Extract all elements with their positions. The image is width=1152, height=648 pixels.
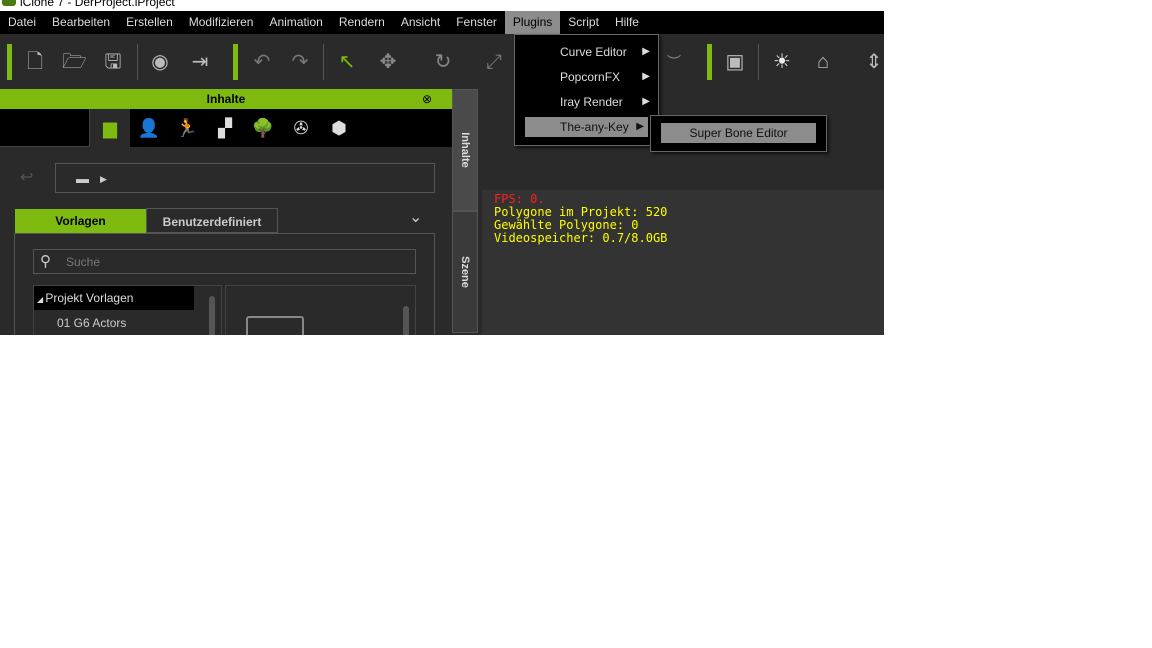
icon-bar-blank xyxy=(0,109,90,147)
viewport-layout-icon[interactable]: ▣ xyxy=(723,50,747,74)
menu-erstellen[interactable]: Erstellen xyxy=(118,11,181,34)
path-arrow-icon: ▶ xyxy=(100,174,107,184)
content-panel: ↩ ▬ ▶ Vorlagen Benutzerdefiniert ⌄ ⚲ Suc… xyxy=(0,147,452,335)
stage-icon[interactable]: ▞ xyxy=(213,117,237,139)
props-icon[interactable]: ⬢ xyxy=(327,117,351,139)
menu-item-label: Iray Render xyxy=(560,95,623,109)
menu-script[interactable]: Script xyxy=(560,11,607,34)
search-placeholder: Suche xyxy=(66,255,101,269)
tree-item-g6-actors[interactable]: 01 G6 Actors xyxy=(57,316,126,330)
menu-item-label: Curve Editor xyxy=(560,45,627,59)
menu-bar: Datei Bearbeiten Erstellen Modifizieren … xyxy=(0,11,884,34)
the-any-key-submenu: Super Bone Editor xyxy=(650,115,827,152)
menu-datei[interactable]: Datei xyxy=(0,11,44,34)
actor-icon[interactable]: 👤 xyxy=(137,117,161,139)
plugins-dropdown: Curve Editor ▶ PopcornFX ▶ Iray Render ▶ Th… xyxy=(514,34,659,146)
tree-label: Projekt Vorlagen xyxy=(45,291,134,305)
menu-bearbeiten[interactable]: Bearbeiten xyxy=(44,11,118,34)
motion-icon[interactable]: 🏃 xyxy=(175,117,199,139)
side-tab-label: Szene xyxy=(459,256,471,288)
tab-benutzerdefiniert[interactable]: Benutzerdefiniert xyxy=(146,208,278,233)
submenu-arrow-icon: ▶ xyxy=(636,121,644,132)
menu-hilfe[interactable]: Hilfe xyxy=(607,11,647,34)
menu-item-super-bone-editor[interactable]: Super Bone Editor xyxy=(661,123,816,143)
preview-icon[interactable]: ◉ xyxy=(148,50,172,74)
undo-icon[interactable]: ↶ xyxy=(250,50,274,74)
separator xyxy=(137,44,138,80)
search-icon: ⚲ xyxy=(40,253,51,270)
panel-title: Inhalte xyxy=(206,92,246,106)
toolbar: 🗋 🗁 🖫 ◉ ⇥ ↶ ↷ ↖ ✥ ↻ ⤢ ︶ ▣ ☀ ⌂ ⇕ xyxy=(0,34,884,89)
menu-item-curve-editor[interactable]: Curve Editor ▶ xyxy=(515,42,658,62)
close-panel-icon[interactable]: ⊗ xyxy=(422,89,432,109)
toolbar-divider xyxy=(7,44,12,80)
toolbar-divider xyxy=(233,44,238,80)
folder-thumbnail-icon[interactable] xyxy=(246,316,304,335)
rotate-icon[interactable]: ↻ xyxy=(431,50,455,74)
expand-icon[interactable]: ⌄ xyxy=(409,207,422,227)
select-arrow-icon[interactable]: ↖ xyxy=(335,50,359,74)
menu-rendern[interactable]: Rendern xyxy=(331,11,393,34)
submenu-arrow-icon: ▶ xyxy=(642,46,650,57)
tree-scrollbar[interactable] xyxy=(209,296,215,335)
separator xyxy=(758,44,759,80)
side-tab-label: Inhalte xyxy=(459,132,471,168)
scale-icon[interactable]: ⤢ xyxy=(482,50,506,74)
thumbnail-view xyxy=(225,285,416,335)
menu-animation[interactable]: Animation xyxy=(261,11,330,34)
menu-item-the-any-key[interactable]: The-any-Key ▶ xyxy=(525,117,648,137)
separator xyxy=(323,44,324,80)
toolbar-divider xyxy=(707,44,712,80)
side-tab-szene[interactable]: Szene xyxy=(452,211,478,333)
move-icon[interactable]: ✥ xyxy=(376,50,400,74)
tree-item-projekt-vorlagen[interactable]: ◢ Projekt Vorlagen xyxy=(34,286,194,310)
submenu-arrow-icon: ▶ xyxy=(642,71,650,82)
redo-icon[interactable]: ↷ xyxy=(288,50,312,74)
viewport[interactable]: FPS: 0. Polygone im Projekt: 520 Gewählt… xyxy=(482,190,884,335)
menu-plugins[interactable]: Plugins xyxy=(504,11,561,34)
thumbnail-scrollbar[interactable] xyxy=(403,306,409,335)
menu-item-iray-render[interactable]: Iray Render ▶ xyxy=(515,92,658,112)
submenu-arrow-icon: ▶ xyxy=(642,96,650,107)
back-icon[interactable]: ↩ xyxy=(20,167,33,187)
menu-ansicht[interactable]: Ansicht xyxy=(393,11,448,34)
open-folder-icon[interactable]: 🗁 xyxy=(62,50,87,74)
title-bar: iClone 7 - DerProject.iProject xyxy=(0,0,884,11)
set-icon[interactable]: 🌳 xyxy=(251,117,275,139)
tab-vorlagen[interactable]: Vorlagen xyxy=(15,209,146,233)
menu-modifizieren[interactable]: Modifizieren xyxy=(181,11,262,34)
window-title: iClone 7 - DerProject.iProject xyxy=(20,0,175,9)
fit-view-icon[interactable]: ⇕ xyxy=(862,50,884,74)
menu-item-label: PopcornFX xyxy=(560,70,621,84)
search-input[interactable]: ⚲ Suche xyxy=(33,249,416,274)
menu-item-popcornfx[interactable]: PopcornFX ▶ xyxy=(515,67,658,87)
panel-header: Inhalte ⊗ xyxy=(0,89,452,109)
app-logo-icon xyxy=(2,0,16,6)
menu-fenster[interactable]: Fenster xyxy=(448,11,505,34)
tab-folder[interactable]: ▆ xyxy=(90,109,130,149)
save-icon[interactable]: 🖫 xyxy=(101,50,125,74)
home-icon[interactable]: ⌂ xyxy=(811,50,835,74)
video-memory: Videospeicher: 0.7/8.0GB xyxy=(494,231,668,245)
folder-path-icon: ▬ xyxy=(76,171,89,186)
eye-closed-icon[interactable]: ︶ xyxy=(662,50,686,74)
side-tab-inhalte[interactable]: Inhalte xyxy=(452,89,478,211)
iclone-window: iClone 7 - DerProject.iProject Datei Bea… xyxy=(0,0,884,335)
media-icon[interactable]: ✇ xyxy=(289,117,313,139)
path-bar[interactable]: ▬ ▶ xyxy=(55,163,435,193)
content-icon-bar: ▆ 👤 🏃 ▞ 🌳 ✇ ⬢ xyxy=(0,109,452,149)
export-icon[interactable]: ⇥ xyxy=(188,50,212,74)
folder-icon: ▆ xyxy=(103,118,117,138)
light-icon[interactable]: ☀ xyxy=(770,50,794,74)
menu-item-label: The-any-Key xyxy=(560,120,629,134)
tree-view: ◢ Projekt Vorlagen 01 G6 Actors xyxy=(33,285,222,335)
new-file-icon[interactable]: 🗋 xyxy=(23,50,47,74)
